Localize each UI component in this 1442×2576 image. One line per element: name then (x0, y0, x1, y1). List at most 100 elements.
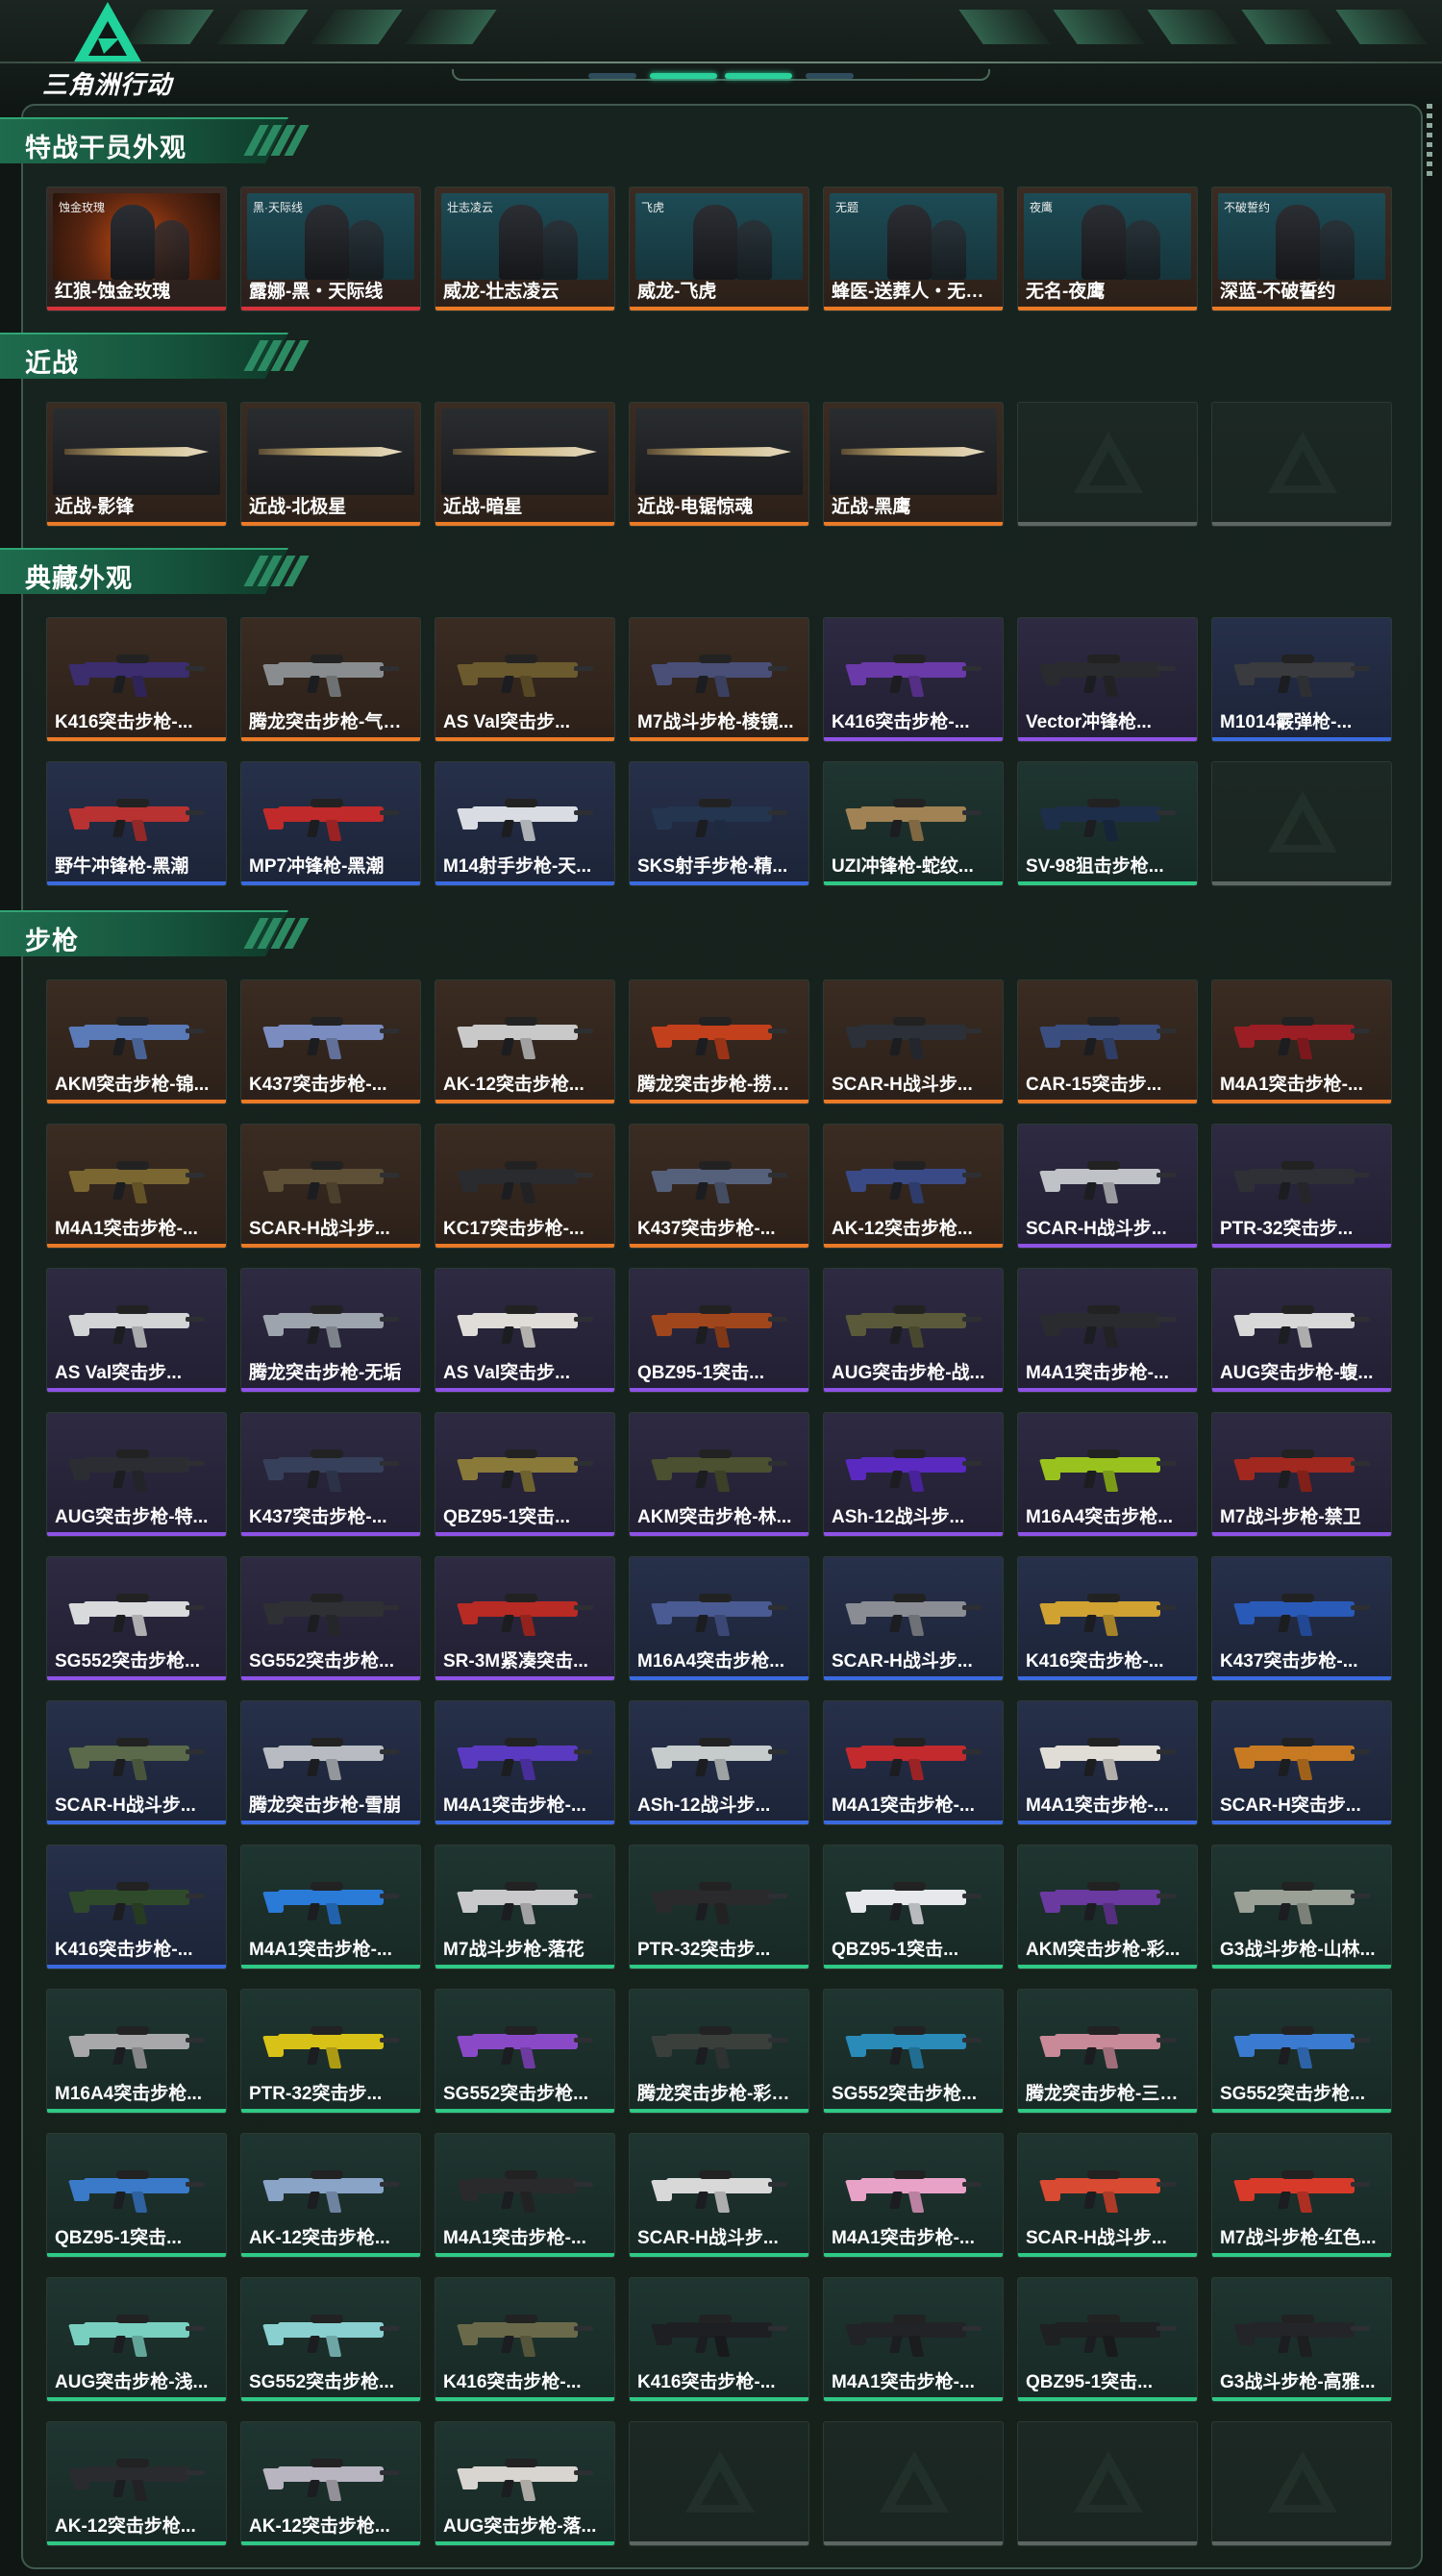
weapon-skin-card[interactable]: K437突击步枪-... (629, 1124, 809, 1249)
page-indicator[interactable] (806, 73, 854, 79)
weapon-skin-card[interactable]: G3战斗步枪-高雅... (1211, 2277, 1392, 2402)
weapon-skin-card[interactable]: SCAR-H战斗步... (1017, 2133, 1198, 2258)
weapon-skin-card[interactable]: AK-12突击步枪... (823, 1124, 1004, 1249)
weapon-skin-card[interactable]: PTR-32突击步... (629, 1845, 809, 1969)
weapon-skin-card[interactable]: SCAR-H战斗步... (46, 1700, 227, 1825)
weapon-skin-card[interactable]: 腾龙突击步枪-雪崩 (240, 1700, 421, 1825)
weapon-skin-card[interactable]: SCAR-H战斗步... (1017, 1124, 1198, 1249)
weapon-skin-card[interactable]: AS Val突击步... (435, 1268, 615, 1393)
weapon-skin-card[interactable]: M16A4突击步枪... (629, 1556, 809, 1681)
scrollbar[interactable] (1427, 104, 1432, 181)
operator-skin-card[interactable]: 无题 蜂医-送葬人・无题... (823, 186, 1004, 311)
weapon-skin-card[interactable]: M1014霰弹枪-... (1211, 617, 1392, 742)
weapon-skin-card[interactable]: AUG突击步枪-落... (435, 2421, 615, 2546)
page-indicator-active[interactable] (650, 73, 717, 79)
weapon-skin-card[interactable]: QBZ95-1突击... (629, 1268, 809, 1393)
weapon-skin-card[interactable]: KC17突击步枪-... (435, 1124, 615, 1249)
weapon-skin-card[interactable]: G3战斗步枪-山林... (1211, 1845, 1392, 1969)
operator-skin-card[interactable]: 夜鹰 无名-夜鹰 (1017, 186, 1198, 311)
weapon-skin-card[interactable]: UZI冲锋枪-蛇纹... (823, 761, 1004, 886)
weapon-skin-card[interactable]: MP7冲锋枪-黑潮 (240, 761, 421, 886)
weapon-skin-card[interactable]: QBZ95-1突击... (1017, 2277, 1198, 2402)
weapon-skin-card[interactable]: M4A1突击步枪-... (1017, 1268, 1198, 1393)
weapon-skin-card[interactable]: PTR-32突击步... (1211, 1124, 1392, 1249)
weapon-skin-card[interactable]: M4A1突击步枪-... (435, 2133, 615, 2258)
weapon-skin-card[interactable]: M7战斗步枪-禁卫 (1211, 1412, 1392, 1537)
melee-skin-card[interactable]: 近战-电锯惊魂 (629, 402, 809, 527)
weapon-skin-card[interactable]: CAR-15突击步... (1017, 979, 1198, 1104)
weapon-skin-card[interactable]: K416突击步枪-... (46, 617, 227, 742)
weapon-skin-card[interactable]: SG552突击步枪... (435, 1989, 615, 2114)
page-indicator-active[interactable] (725, 73, 792, 79)
weapon-skin-card[interactable]: M7战斗步枪-落花 (435, 1845, 615, 1969)
weapon-skin-card[interactable]: M4A1突击步枪-... (46, 1124, 227, 1249)
weapon-skin-card[interactable]: M4A1突击步枪-... (435, 1700, 615, 1825)
weapon-skin-card[interactable]: M14射手步枪-天... (435, 761, 615, 886)
weapon-skin-card[interactable]: M4A1突击步枪-... (823, 2133, 1004, 2258)
weapon-skin-card[interactable]: 腾龙突击步枪-捞点... (629, 979, 809, 1104)
weapon-skin-card[interactable]: M4A1突击步枪-... (1211, 979, 1392, 1104)
weapon-skin-card[interactable]: SCAR-H战斗步... (823, 979, 1004, 1104)
weapon-skin-card[interactable]: ASh-12战斗步... (629, 1700, 809, 1825)
weapon-skin-card[interactable]: ASh-12战斗步... (823, 1412, 1004, 1537)
weapon-skin-card[interactable]: M4A1突击步枪-... (823, 1700, 1004, 1825)
weapon-skin-card[interactable]: K416突击步枪-... (1017, 1556, 1198, 1681)
weapon-skin-card[interactable]: M16A4突击步枪... (1017, 1412, 1198, 1537)
operator-skin-card[interactable]: 黑·天际线 露娜-黑・天际线 (240, 186, 421, 311)
weapon-skin-card[interactable]: SG552突击步枪... (823, 1989, 1004, 2114)
weapon-skin-card[interactable]: SCAR-H战斗步... (240, 1124, 421, 1249)
weapon-skin-card[interactable]: SG552突击步枪... (46, 1556, 227, 1681)
weapon-skin-card[interactable]: AKM突击步枪-锦... (46, 979, 227, 1104)
weapon-skin-card[interactable]: SR-3M紧凑突击... (435, 1556, 615, 1681)
weapon-skin-card[interactable]: 腾龙突击步枪-无垢 (240, 1268, 421, 1393)
weapon-skin-card[interactable]: SG552突击步枪... (1211, 1989, 1392, 2114)
weapon-skin-card[interactable]: AKM突击步枪-彩... (1017, 1845, 1198, 1969)
weapon-skin-card[interactable]: AKM突击步枪-林... (629, 1412, 809, 1537)
weapon-skin-card[interactable]: AS Val突击步... (435, 617, 615, 742)
operator-skin-card[interactable]: 壮志凌云 威龙-壮志凌云 (435, 186, 615, 311)
weapon-skin-card[interactable]: K437突击步枪-... (240, 979, 421, 1104)
weapon-skin-card[interactable]: K416突击步枪-... (435, 2277, 615, 2402)
weapon-skin-card[interactable]: AUG突击步枪-特... (46, 1412, 227, 1537)
weapon-skin-card[interactable]: M7战斗步枪-棱镜... (629, 617, 809, 742)
page-indicator[interactable] (588, 73, 636, 79)
melee-skin-card[interactable]: 近战-暗星 (435, 402, 615, 527)
weapon-skin-card[interactable]: SCAR-H战斗步... (629, 2133, 809, 2258)
weapon-skin-card[interactable]: SKS射手步枪-精... (629, 761, 809, 886)
weapon-skin-card[interactable]: AK-12突击步枪... (240, 2421, 421, 2546)
operator-skin-card[interactable]: 蚀金玫瑰 红狼-蚀金玫瑰 (46, 186, 227, 311)
weapon-skin-card[interactable]: M4A1突击步枪-... (240, 1845, 421, 1969)
weapon-skin-card[interactable]: AK-12突击步枪... (46, 2421, 227, 2546)
weapon-skin-card[interactable]: QBZ95-1突击... (46, 2133, 227, 2258)
weapon-skin-card[interactable]: AK-12突击步枪... (435, 979, 615, 1104)
operator-skin-card[interactable]: 不破誓约 深蓝-不破誓约 (1211, 186, 1392, 311)
weapon-skin-card[interactable]: AS Val突击步... (46, 1268, 227, 1393)
weapon-skin-card[interactable]: SG552突击步枪... (240, 1556, 421, 1681)
weapon-skin-card[interactable]: K416突击步枪-... (823, 617, 1004, 742)
weapon-skin-card[interactable]: QBZ95-1突击... (435, 1412, 615, 1537)
weapon-skin-card[interactable]: M4A1突击步枪-... (823, 2277, 1004, 2402)
weapon-skin-card[interactable]: K416突击步枪-... (46, 1845, 227, 1969)
weapon-skin-card[interactable]: K416突击步枪-... (629, 2277, 809, 2402)
weapon-skin-card[interactable]: AUG突击步枪-蝮... (1211, 1268, 1392, 1393)
weapon-skin-card[interactable]: QBZ95-1突击... (823, 1845, 1004, 1969)
weapon-skin-card[interactable]: M4A1突击步枪-... (1017, 1700, 1198, 1825)
melee-skin-card[interactable]: 近战-北极星 (240, 402, 421, 527)
weapon-skin-card[interactable]: 腾龙突击步枪-三角... (1017, 1989, 1198, 2114)
weapon-skin-card[interactable]: K437突击步枪-... (240, 1412, 421, 1537)
weapon-skin-card[interactable]: K437突击步枪-... (1211, 1556, 1392, 1681)
weapon-skin-card[interactable]: SG552突击步枪... (240, 2277, 421, 2402)
weapon-skin-card[interactable]: 腾龙突击步枪-气象... (240, 617, 421, 742)
melee-skin-card[interactable]: 近战-影锋 (46, 402, 227, 527)
weapon-skin-card[interactable]: 野牛冲锋枪-黑潮 (46, 761, 227, 886)
operator-skin-card[interactable]: 飞虎 威龙-飞虎 (629, 186, 809, 311)
weapon-skin-card[interactable]: 腾龙突击步枪-彩墨... (629, 1989, 809, 2114)
weapon-skin-card[interactable]: AUG突击步枪-浅... (46, 2277, 227, 2402)
weapon-skin-card[interactable]: SV-98狙击步枪... (1017, 761, 1198, 886)
weapon-skin-card[interactable]: M16A4突击步枪... (46, 1989, 227, 2114)
weapon-skin-card[interactable]: AK-12突击步枪... (240, 2133, 421, 2258)
weapon-skin-card[interactable]: AUG突击步枪-战... (823, 1268, 1004, 1393)
weapon-skin-card[interactable]: PTR-32突击步... (240, 1989, 421, 2114)
weapon-skin-card[interactable]: SCAR-H突击步... (1211, 1700, 1392, 1825)
weapon-skin-card[interactable]: Vector冲锋枪... (1017, 617, 1198, 742)
